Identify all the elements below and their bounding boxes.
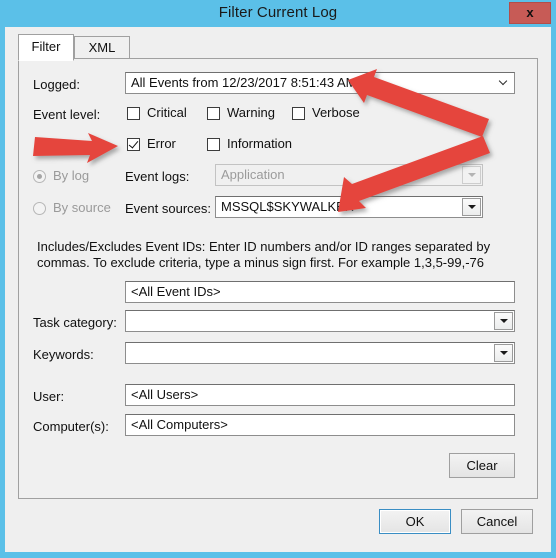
window-title: Filter Current Log	[218, 4, 338, 21]
radio-by-source-box	[33, 202, 46, 215]
computers-input[interactable]: <All Computers>	[125, 414, 515, 436]
checkbox-error-box	[127, 138, 140, 151]
chevron-down-icon	[499, 319, 508, 323]
checkbox-critical-label: Critical	[147, 105, 187, 120]
task-category-dropdown-arrow[interactable]	[494, 312, 513, 330]
event-logs-value: Application	[221, 167, 285, 182]
chevron-down-icon	[467, 173, 476, 177]
event-sources-combobox[interactable]: MSSQL$SKYWALKER	[215, 196, 483, 218]
close-button[interactable]: x	[509, 2, 551, 24]
radio-by-log-box	[33, 170, 46, 183]
event-ids-input[interactable]: <All Event IDs>	[125, 281, 515, 303]
chevron-down-icon	[467, 205, 476, 209]
dialog-window: Filter Current Log x Filter XML Logged: …	[0, 0, 556, 558]
computers-label: Computer(s):	[33, 419, 109, 434]
filter-tab-panel: Logged: All Events from 12/23/2017 8:51:…	[18, 58, 538, 499]
task-category-combobox[interactable]	[125, 310, 515, 332]
checkbox-error-label: Error	[147, 136, 176, 151]
event-level-label: Event level:	[33, 107, 101, 122]
checkbox-critical-box	[127, 107, 140, 120]
logged-dropdown-arrow[interactable]	[494, 74, 513, 92]
tab-xml[interactable]: XML	[74, 36, 130, 59]
user-label: User:	[33, 389, 65, 404]
logged-label: Logged:	[33, 77, 80, 92]
event-sources-value: MSSQL$SKYWALKER	[221, 199, 355, 214]
dialog-body: Filter XML Logged: All Events from 12/23…	[5, 27, 551, 552]
event-sources-label: Event sources:	[125, 201, 211, 216]
checkbox-verbose-box	[292, 107, 305, 120]
checkbox-information-box	[207, 138, 220, 151]
tab-filter[interactable]: Filter	[18, 34, 74, 61]
tab-strip: Filter XML	[18, 34, 538, 61]
clear-button[interactable]: Clear	[449, 453, 515, 478]
checkbox-warning-label: Warning	[227, 105, 275, 120]
checkbox-verbose-label: Verbose	[312, 105, 360, 120]
checkbox-information-label: Information	[227, 136, 293, 151]
chevron-down-icon	[499, 351, 508, 355]
task-category-label: Task category:	[33, 315, 117, 330]
radio-by-log-label: By log	[53, 168, 90, 183]
logged-value: All Events from 12/23/2017 8:51:43 AM	[131, 75, 357, 90]
keywords-combobox[interactable]	[125, 342, 515, 364]
event-sources-dropdown-arrow[interactable]	[462, 198, 481, 216]
keywords-label: Keywords:	[33, 347, 94, 362]
keywords-dropdown-arrow[interactable]	[494, 344, 513, 362]
cancel-button[interactable]: Cancel	[461, 509, 533, 534]
radio-by-source-label: By source	[53, 200, 111, 215]
event-logs-dropdown-arrow[interactable]	[462, 166, 481, 184]
ok-button[interactable]: OK	[379, 509, 451, 534]
user-input[interactable]: <All Users>	[125, 384, 515, 406]
chevron-down-icon	[500, 78, 508, 86]
logged-combobox[interactable]: All Events from 12/23/2017 8:51:43 AM	[125, 72, 515, 94]
event-logs-label: Event logs:	[125, 169, 190, 184]
checkbox-warning-box	[207, 107, 220, 120]
event-logs-combobox[interactable]: Application	[215, 164, 483, 186]
title-bar: Filter Current Log x	[0, 0, 556, 27]
event-ids-help-text: Includes/Excludes Event IDs: Enter ID nu…	[37, 239, 491, 270]
